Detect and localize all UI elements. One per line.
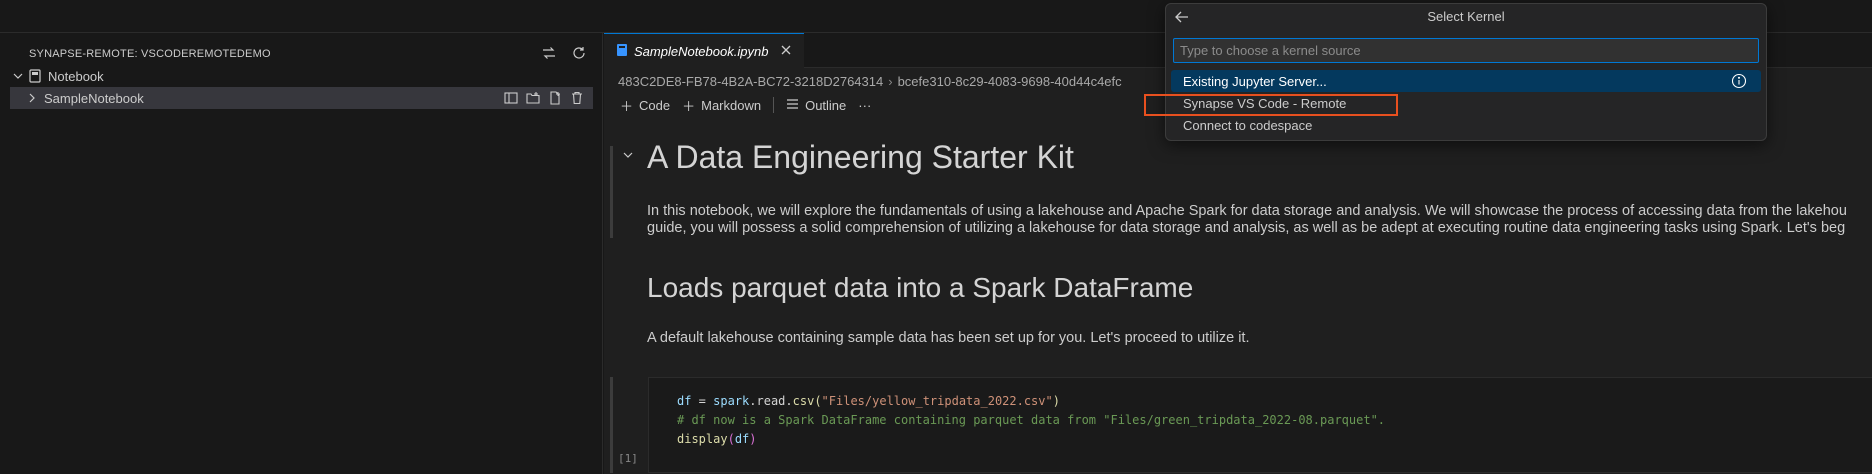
open-notebook-icon[interactable] [503, 90, 519, 106]
chevron-right-icon[interactable] [24, 90, 40, 106]
code-token: ( [727, 432, 735, 446]
code-token: df [734, 432, 750, 446]
code-token: .read. [749, 394, 793, 408]
code-token: csv [792, 394, 815, 408]
code-cell-bar [610, 377, 613, 473]
kernel-search-input[interactable] [1173, 38, 1759, 63]
kernel-option-synapse-remote[interactable]: Synapse VS Code - Remote [1171, 92, 1761, 114]
code-token: ) [1052, 394, 1060, 408]
execution-count: [1] [618, 452, 638, 465]
code-comment: # df now is a Spark DataFrame containing… [677, 413, 1386, 427]
sidebar-actions [539, 43, 589, 63]
plus-icon: ＋ [682, 98, 696, 114]
code-token: = [691, 394, 714, 408]
notebook-icon [26, 68, 44, 84]
chevron-down-icon[interactable] [10, 68, 26, 84]
code-token: display [677, 432, 728, 446]
add-code-label: Code [639, 97, 671, 113]
code-token: ) [749, 432, 757, 446]
sidebar-header: SYNAPSE-REMOTE: VSCODEREMOTEDEMO [29, 43, 589, 65]
option-label: Synapse VS Code - Remote [1183, 95, 1347, 111]
add-markdown-button[interactable]: ＋ Markdown [676, 96, 767, 115]
outline-button[interactable]: Outline [780, 98, 852, 113]
close-icon[interactable] [780, 44, 792, 59]
add-code-button[interactable]: ＋ Code [614, 96, 676, 115]
new-file-icon[interactable] [547, 90, 563, 106]
option-label: Existing Jupyter Server... [1183, 73, 1327, 89]
markdown-paragraph: A default lakehouse containing sample da… [647, 330, 1250, 346]
code-editor[interactable]: df = spark.read.csv("Files/yellow_tripda… [677, 392, 1385, 449]
code-token: spark [713, 394, 750, 408]
code-cell[interactable]: df = spark.read.csv("Files/yellow_tripda… [648, 377, 1872, 473]
tree-item-label: Notebook [48, 68, 104, 84]
quick-pick-title: Select Kernel [1427, 9, 1505, 24]
kernel-option-codespace[interactable]: Connect to codespace [1171, 114, 1761, 136]
add-markdown-label: Markdown [701, 97, 762, 113]
list-icon [786, 98, 799, 113]
option-label: Connect to codespace [1183, 117, 1313, 133]
sidebar: SYNAPSE-REMOTE: VSCODEREMOTEDEMO Noteboo… [0, 33, 603, 474]
notebook-file-icon [616, 43, 628, 60]
breadcrumb-item[interactable]: bcefe310-8c29-4083-9698-40d44c4efc [898, 74, 1122, 89]
info-icon[interactable] [1731, 73, 1747, 92]
tree-item-notebook[interactable]: Notebook [10, 65, 593, 87]
toolbar-divider [773, 97, 775, 113]
tab-label: SampleNotebook.ipynb [634, 43, 769, 59]
chevron-down-icon[interactable] [622, 148, 634, 166]
breadcrumb-item[interactable]: 483C2DE8-FB78-4B2A-BC72-3218D2764314 [618, 74, 883, 89]
plus-icon: ＋ [620, 98, 634, 114]
markdown-paragraph: In this notebook, we will explore the fu… [647, 203, 1847, 219]
kernel-quick-pick: Select Kernel Existing Jupyter Server...… [1165, 3, 1767, 141]
row-actions [503, 90, 585, 106]
tab-samplenotebook[interactable]: SampleNotebook.ipynb [604, 33, 804, 68]
markdown-paragraph: guide, you will possess a solid comprehe… [647, 220, 1846, 236]
refresh-icon[interactable] [569, 43, 589, 63]
markdown-heading: A Data Engineering Starter Kit [647, 139, 1074, 175]
sidebar-title: SYNAPSE-REMOTE: VSCODEREMOTEDEMO [29, 48, 271, 60]
trash-icon[interactable] [569, 90, 585, 106]
arrow-left-icon[interactable] [1174, 9, 1190, 30]
outline-label: Outline [805, 97, 847, 113]
new-folder-icon[interactable] [525, 90, 541, 106]
tree-item-label: SampleNotebook [44, 90, 144, 106]
more-actions-button[interactable]: ··· [852, 98, 877, 113]
tree-item-samplenotebook[interactable]: SampleNotebook [10, 87, 593, 109]
ellipsis-icon: ··· [858, 97, 872, 113]
code-token: df [677, 394, 692, 408]
markdown-heading: Loads parquet data into a Spark DataFram… [647, 272, 1194, 303]
refresh-sync-icon[interactable] [539, 43, 559, 63]
chevron-right-icon: › [888, 73, 893, 89]
notebook-toolbar: ＋ Code ＋ Markdown Outline ··· [614, 92, 877, 118]
cell-focus-bar [610, 146, 613, 238]
kernel-option-existing-jupyter[interactable]: Existing Jupyter Server... [1171, 70, 1761, 92]
code-token: "Files/yellow_tripdata_2022.csv" [821, 394, 1053, 408]
breadcrumb: 483C2DE8-FB78-4B2A-BC72-3218D2764314 › b… [618, 70, 1122, 92]
code-token: ( [814, 394, 822, 408]
